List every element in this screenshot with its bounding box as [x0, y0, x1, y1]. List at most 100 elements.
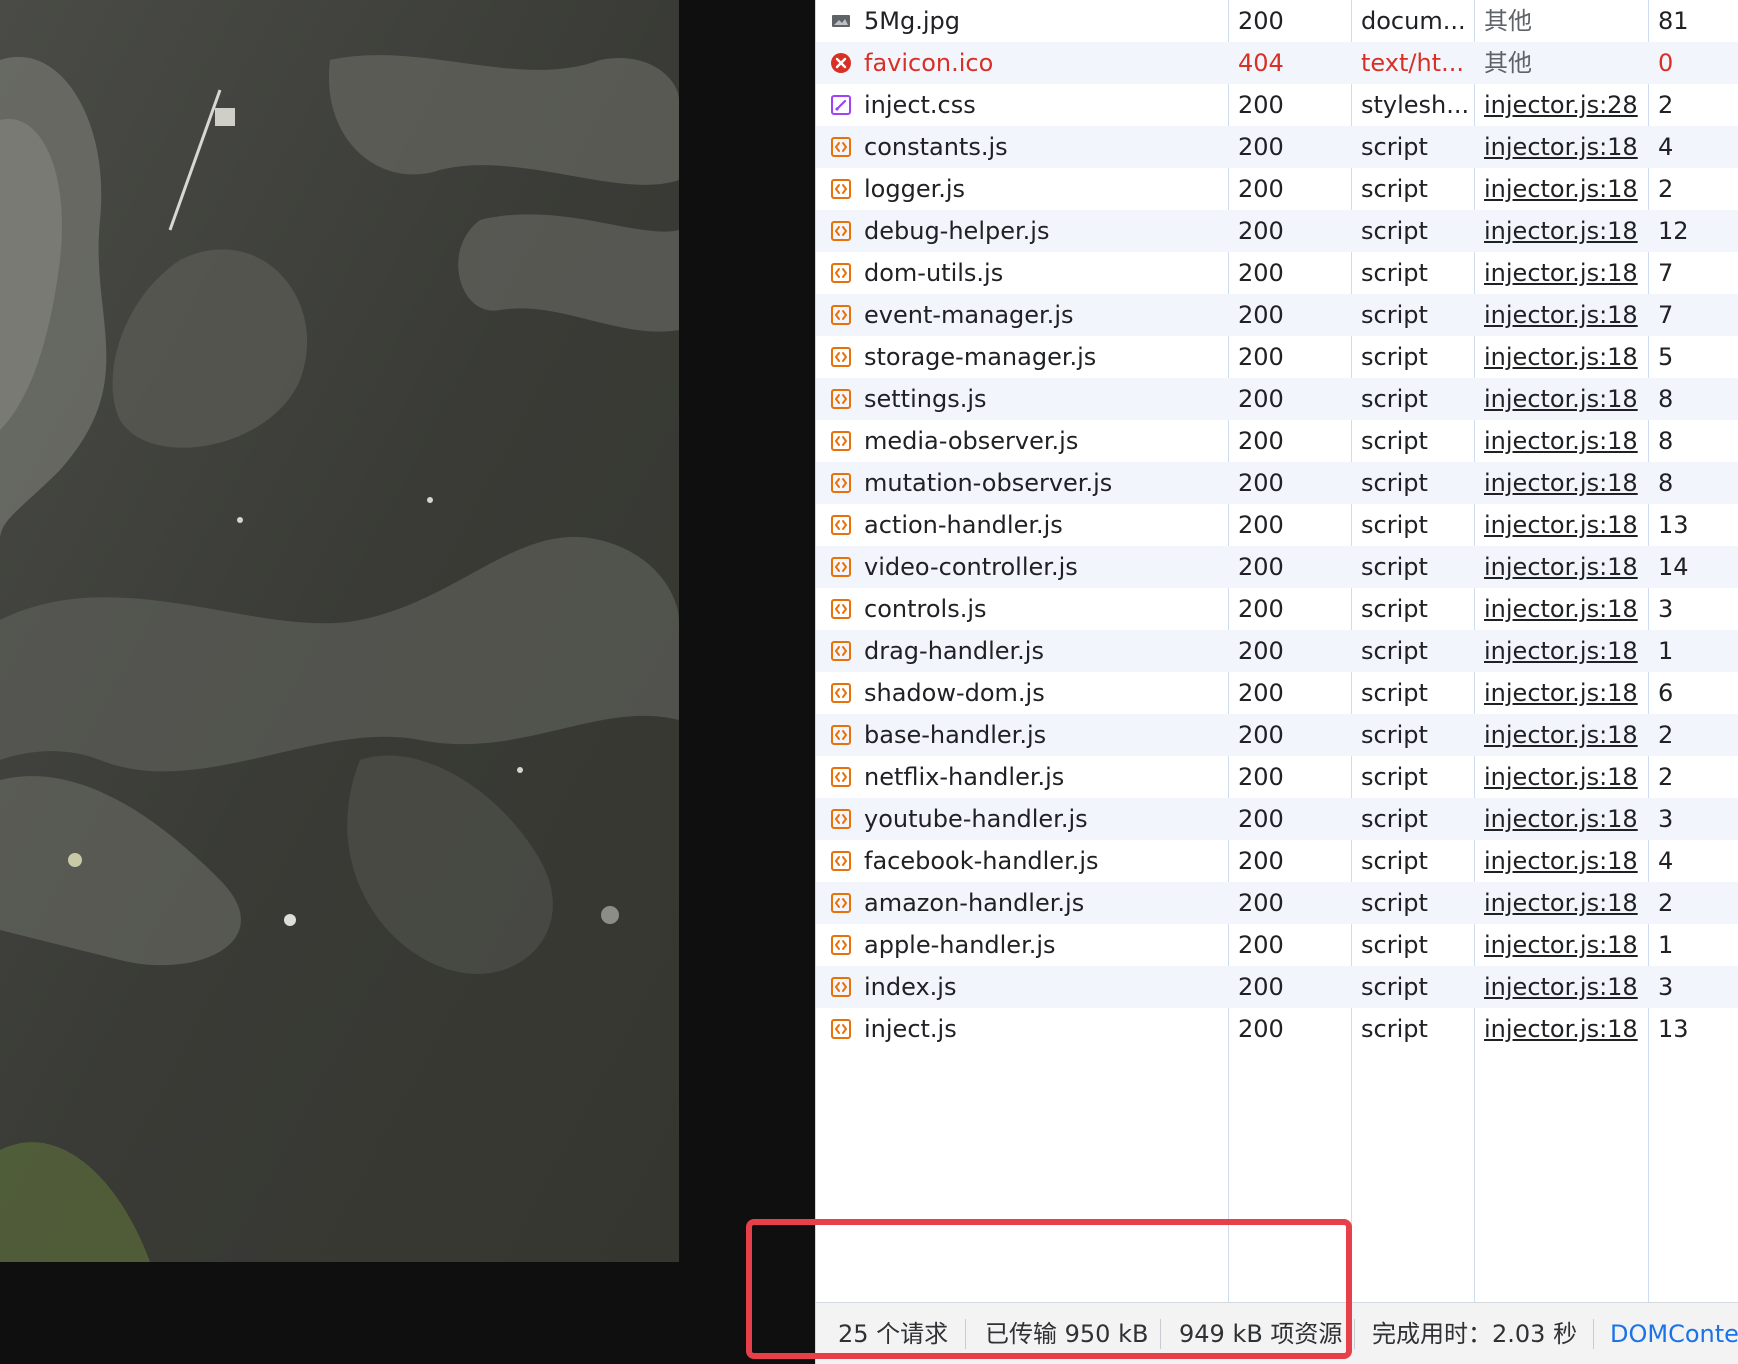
request-status: 200 [1238, 259, 1284, 287]
request-type: script [1361, 259, 1428, 287]
initiator-link[interactable]: injector.js:18 [1484, 672, 1644, 714]
table-row[interactable]: storage-manager.js 200 script injector.js:1… [816, 336, 1738, 378]
request-name: base-handler.js [864, 721, 1047, 749]
script-icon [830, 850, 852, 872]
initiator-link[interactable]: injector.js:18 [1484, 168, 1644, 210]
request-size: 6 [1658, 679, 1674, 707]
table-row[interactable]: settings.js 200 script injector.js:18 8 [816, 378, 1738, 420]
request-size: 81 [1658, 7, 1689, 35]
table-row[interactable]: logger.js 200 script injector.js:18 2 [816, 168, 1738, 210]
initiator-link[interactable]: injector.js:18 [1484, 210, 1644, 252]
resources-size: 949 kB 项资源 [1179, 1320, 1343, 1348]
initiator-link[interactable]: injector.js:18 [1484, 504, 1644, 546]
status-separator [1593, 1319, 1594, 1349]
initiator-link[interactable]: injector.js:18 [1484, 588, 1644, 630]
request-type: script [1361, 343, 1428, 371]
request-size: 2 [1658, 721, 1674, 749]
initiator-link[interactable]: injector.js:18 [1484, 126, 1644, 168]
network-request-table: 5Mg.jpg 200 docum... 其他 81 favicon.ico 404 text… [816, 0, 1738, 1302]
status-separator [965, 1319, 966, 1349]
initiator-link[interactable]: injector.js:18 [1484, 252, 1644, 294]
initiator-link[interactable]: injector.js:18 [1484, 336, 1644, 378]
transferred-size: 已传输 950 kB [985, 1320, 1149, 1348]
image-preview [0, 0, 679, 1262]
table-row[interactable]: 5Mg.jpg 200 docum... 其他 81 [816, 0, 1738, 42]
request-size: 8 [1658, 385, 1674, 413]
request-status: 200 [1238, 931, 1284, 959]
request-name: dom-utils.js [864, 259, 1004, 287]
request-type: script [1361, 1015, 1428, 1043]
request-status: 200 [1238, 301, 1284, 329]
request-status: 200 [1238, 343, 1284, 371]
request-name: facebook-handler.js [864, 847, 1099, 875]
table-row[interactable]: youtube-handler.js 200 script injector.js:1… [816, 798, 1738, 840]
table-row[interactable]: media-observer.js 200 script injector.js:18… [816, 420, 1738, 462]
request-status: 200 [1238, 7, 1284, 35]
initiator-link[interactable]: injector.js:18 [1484, 966, 1644, 1008]
script-icon [830, 430, 852, 452]
stylesheet-icon [830, 94, 852, 116]
request-name: action-handler.js [864, 511, 1063, 539]
table-row[interactable]: dom-utils.js 200 script injector.js:18 7 [816, 252, 1738, 294]
initiator-link[interactable]: injector.js:18 [1484, 378, 1644, 420]
table-row[interactable]: mutation-observer.js 200 script injector.js… [816, 462, 1738, 504]
table-row[interactable]: base-handler.js 200 script injector.js:18 2 [816, 714, 1738, 756]
request-size: 2 [1658, 175, 1674, 203]
request-name: drag-handler.js [864, 637, 1044, 665]
request-name: inject.css [864, 91, 976, 119]
request-name: amazon-handler.js [864, 889, 1085, 917]
table-row[interactable]: constants.js 200 script injector.js:18 4 [816, 126, 1738, 168]
initiator-link[interactable]: injector.js:18 [1484, 294, 1644, 336]
image-icon [830, 10, 852, 32]
initiator-link[interactable]: injector.js:18 [1484, 798, 1644, 840]
initiator-link[interactable]: injector.js:18 [1484, 756, 1644, 798]
initiator-link[interactable]: injector.js:18 [1484, 546, 1644, 588]
script-icon [830, 388, 852, 410]
request-type: script [1361, 553, 1428, 581]
status-separator [1354, 1319, 1355, 1349]
request-type: script [1361, 427, 1428, 455]
request-status: 200 [1238, 385, 1284, 413]
table-row[interactable]: controls.js 200 script injector.js:18 3 [816, 588, 1738, 630]
request-size: 8 [1658, 427, 1674, 455]
request-name: inject.js [864, 1015, 957, 1043]
initiator-link[interactable]: injector.js:18 [1484, 882, 1644, 924]
table-row[interactable]: apple-handler.js 200 script injector.js:18 1 [816, 924, 1738, 966]
request-type: script [1361, 385, 1428, 413]
initiator-link[interactable]: injector.js:18 [1484, 1008, 1644, 1050]
initiator-link[interactable]: injector.js:18 [1484, 924, 1644, 966]
request-size: 8 [1658, 469, 1674, 497]
table-row[interactable]: facebook-handler.js 200 script injector.js:… [816, 840, 1738, 882]
table-row[interactable]: video-controller.js 200 script injector.js:… [816, 546, 1738, 588]
script-icon [830, 598, 852, 620]
table-row[interactable]: shadow-dom.js 200 script injector.js:18 6 [816, 672, 1738, 714]
table-row[interactable]: event-manager.js 200 script injector.js:18 7 [816, 294, 1738, 336]
table-row[interactable]: inject.js 200 script injector.js:18 13 [816, 1008, 1738, 1050]
table-row[interactable]: amazon-handler.js 200 script injector.js:18… [816, 882, 1738, 924]
table-row[interactable]: drag-handler.js 200 script injector.js:18 1 [816, 630, 1738, 672]
initiator-link[interactable]: injector.js:18 [1484, 462, 1644, 504]
table-row[interactable]: netflix-handler.js 200 script injector.js:1… [816, 756, 1738, 798]
table-row[interactable]: action-handler.js 200 script injector.js:18… [816, 504, 1738, 546]
script-icon [830, 682, 852, 704]
dom-content-loaded-link[interactable]: DOMConte [1610, 1303, 1738, 1364]
request-status: 200 [1238, 805, 1284, 833]
initiator-link[interactable]: injector.js:28 [1484, 84, 1644, 126]
script-icon [830, 514, 852, 536]
error-icon [830, 52, 852, 74]
initiator-link[interactable]: injector.js:18 [1484, 420, 1644, 462]
request-status: 200 [1238, 889, 1284, 917]
initiator-link[interactable]: injector.js:18 [1484, 630, 1644, 672]
table-row[interactable]: favicon.ico 404 text/ht... 其他 0 [816, 42, 1738, 84]
table-row[interactable]: inject.css 200 stylesh... injector.js:28 2 [816, 84, 1738, 126]
request-type: script [1361, 931, 1428, 959]
table-row[interactable]: debug-helper.js 200 script injector.js:18 12 [816, 210, 1738, 252]
request-type: script [1361, 217, 1428, 245]
table-row[interactable]: index.js 200 script injector.js:18 3 [816, 966, 1738, 1008]
request-status: 200 [1238, 1015, 1284, 1043]
initiator-link[interactable]: injector.js:18 [1484, 714, 1644, 756]
request-type: script [1361, 469, 1428, 497]
initiator-link[interactable]: injector.js:18 [1484, 840, 1644, 882]
request-status: 200 [1238, 679, 1284, 707]
request-size: 0 [1658, 49, 1674, 77]
